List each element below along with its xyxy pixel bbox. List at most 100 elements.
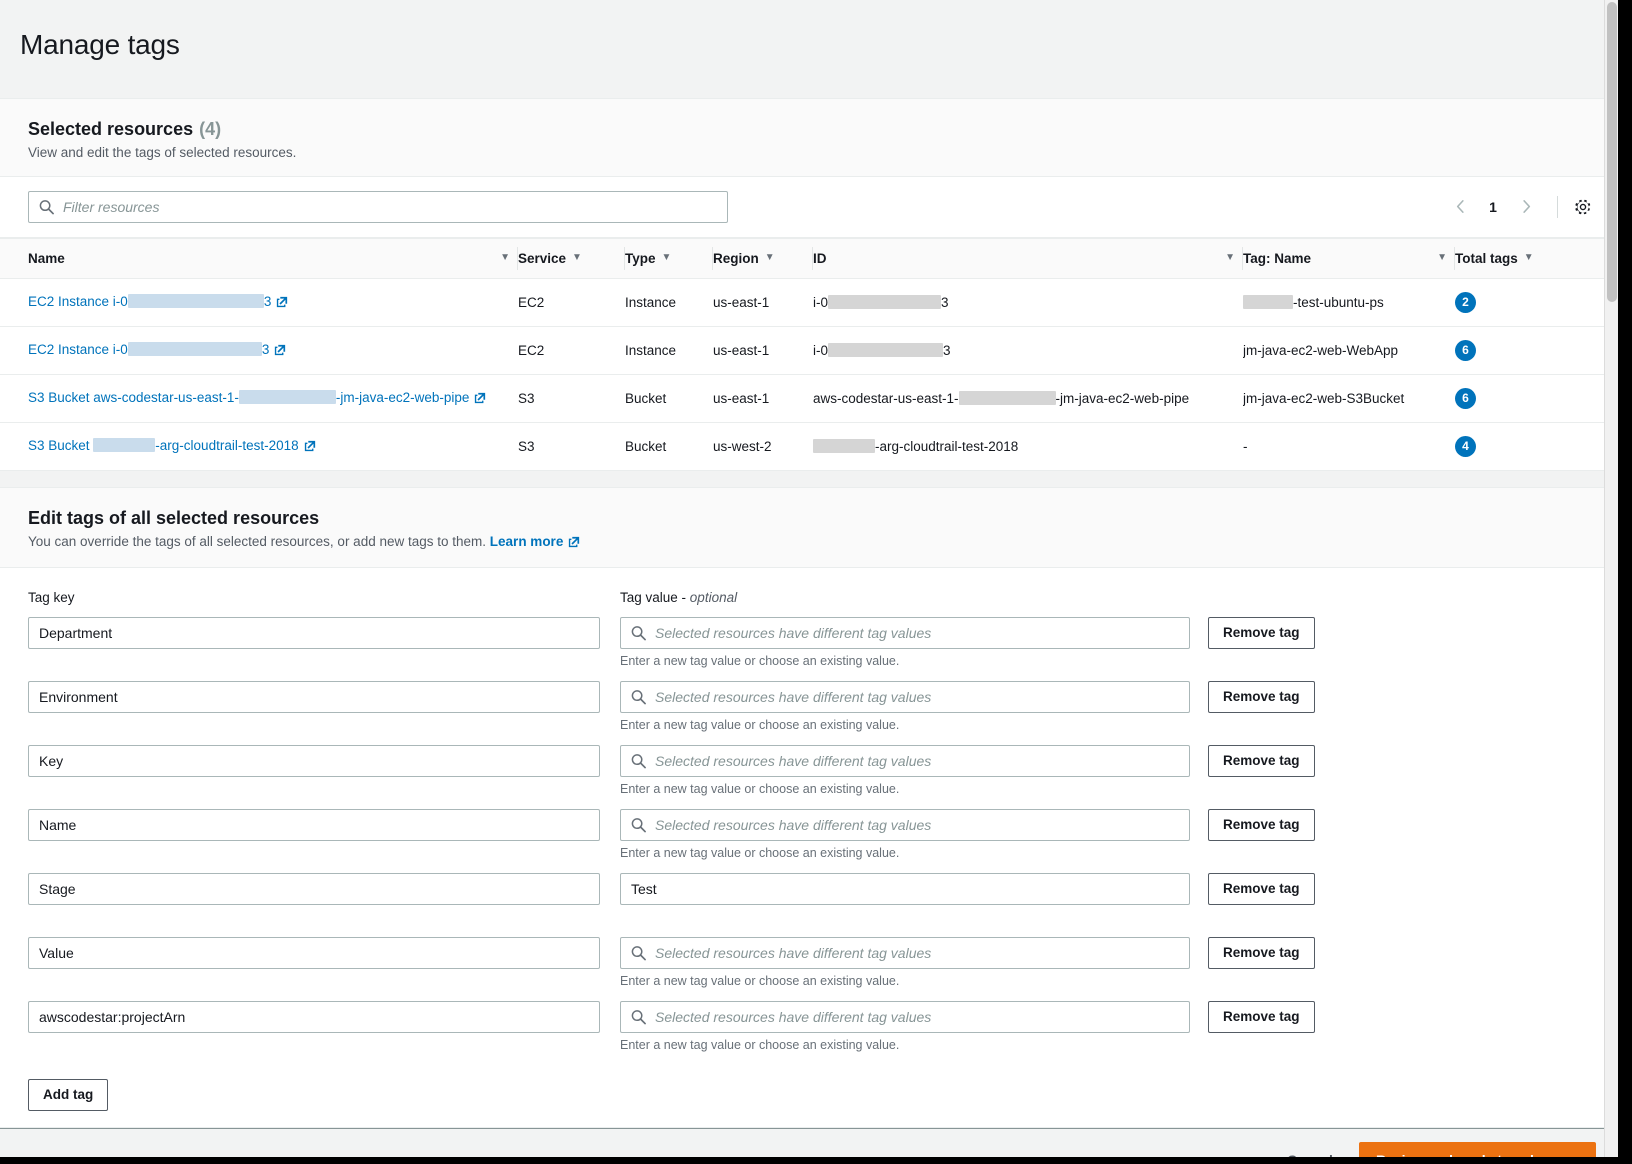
page-title: Manage tags xyxy=(20,28,180,60)
cell-total-tags: 6 xyxy=(1455,326,1618,375)
remove-tag-button[interactable]: Remove tag xyxy=(1208,936,1315,969)
column-header-type[interactable]: Type ▼ xyxy=(625,237,713,279)
column-header-id[interactable]: ID ▼ xyxy=(813,237,1243,279)
chevron-left-icon[interactable] xyxy=(1445,192,1475,222)
cell-name: EC2 Instance i-0 3 xyxy=(0,326,518,375)
tag-key-input[interactable] xyxy=(28,872,600,905)
cell-region: us-east-1 xyxy=(713,278,813,327)
cell-region: us-east-1 xyxy=(713,326,813,375)
tag-value-input[interactable] xyxy=(620,616,1190,649)
remove-tag-button[interactable]: Remove tag xyxy=(1208,872,1315,905)
tag-column-labels: Tag key Tag value - optional xyxy=(28,590,1590,611)
add-tag-button[interactable]: Add tag xyxy=(28,1078,109,1111)
tag-key-input[interactable] xyxy=(28,808,600,841)
pagination-page-number[interactable]: 1 xyxy=(1479,192,1507,222)
edit-tags-panel: Edit tags of all selected resources You … xyxy=(0,486,1618,1128)
selected-resources-table: Name ▼ Service ▼ Type ▼ Region ▼ ID ▼ Ta… xyxy=(0,237,1618,470)
tag-value-help-text: Enter a new tag value or choose an exist… xyxy=(620,845,900,860)
tag-value-wrap xyxy=(620,680,1190,713)
tag-key-input[interactable] xyxy=(28,936,600,969)
column-header-service[interactable]: Service ▼ xyxy=(518,237,625,279)
tag-row: Remove tag xyxy=(28,872,1590,927)
redacted-text xyxy=(828,342,944,357)
column-header-name[interactable]: Name ▼ xyxy=(0,237,518,279)
redacted-text xyxy=(127,341,262,356)
tag-key-input[interactable] xyxy=(28,744,600,777)
column-header-region[interactable]: Region ▼ xyxy=(713,237,813,279)
total-tags-badge: 6 xyxy=(1455,387,1476,409)
resource-name-link[interactable]: S3 Bucket aws-codestar-us-east-1- -jm-jav… xyxy=(28,389,469,405)
total-tags-badge: 4 xyxy=(1455,435,1476,457)
tag-value-wrap xyxy=(620,744,1190,777)
redacted-text xyxy=(958,390,1056,405)
column-header-total-tags[interactable]: Total tags ▼ xyxy=(1455,237,1618,279)
tag-key-input[interactable] xyxy=(28,680,600,713)
table-header-row: Name ▼ Service ▼ Type ▼ Region ▼ ID ▼ Ta… xyxy=(0,237,1618,279)
cancel-button[interactable]: Cancel xyxy=(1283,1146,1337,1158)
filter-resources-input[interactable] xyxy=(28,190,728,223)
tag-row: Enter a new tag value or choose an exist… xyxy=(28,1000,1590,1055)
remove-tag-button[interactable]: Remove tag xyxy=(1208,744,1315,777)
review-and-apply-button[interactable]: Review and apply tag changes xyxy=(1358,1141,1596,1157)
tag-value-cell: Enter a new tag value or choose an exist… xyxy=(620,680,1190,735)
resource-name-link[interactable]: EC2 Instance i-0 3 xyxy=(28,293,271,309)
resource-name-link[interactable]: S3 Bucket -arg-cloudtrail-test-2018 xyxy=(28,437,299,453)
tag-value-input[interactable] xyxy=(620,808,1190,841)
redacted-text xyxy=(1243,294,1293,309)
tag-action-cell: Remove tag xyxy=(1208,744,1328,777)
cell-name: EC2 Instance i-0 3 xyxy=(0,278,518,327)
remove-tag-button[interactable]: Remove tag xyxy=(1208,616,1315,649)
redacted-text xyxy=(93,437,156,452)
resource-name-link[interactable]: EC2 Instance i-0 3 xyxy=(28,341,269,357)
tag-value-input[interactable] xyxy=(620,936,1190,969)
vertical-scrollbar-thumb[interactable] xyxy=(1607,2,1617,302)
cell-service: EC2 xyxy=(518,278,625,327)
tag-value-input[interactable] xyxy=(620,872,1190,905)
tag-value-input[interactable] xyxy=(620,744,1190,777)
tag-action-label-spacer xyxy=(1208,590,1328,611)
panel-gap xyxy=(0,470,1618,487)
tag-value-input[interactable] xyxy=(620,1000,1190,1033)
tag-value-wrap xyxy=(620,936,1190,969)
cell-type: Bucket xyxy=(625,374,713,423)
cell-type: Bucket xyxy=(625,438,667,454)
gear-icon[interactable] xyxy=(1568,192,1598,222)
page-viewport: Manage tags Selected resources (4) View a… xyxy=(0,0,1618,1157)
tag-value-help-text: Enter a new tag value or choose an exist… xyxy=(620,717,900,732)
caret-down-icon: ▼ xyxy=(764,252,775,263)
tag-value-cell: Enter a new tag value or choose an exist… xyxy=(620,744,1190,799)
tag-value-help-text xyxy=(620,910,1190,927)
remove-tag-button[interactable]: Remove tag xyxy=(1208,1000,1315,1033)
tag-value-wrap xyxy=(620,808,1190,841)
cell-total-tags: 2 xyxy=(1455,278,1618,327)
remove-tag-button[interactable]: Remove tag xyxy=(1208,680,1315,713)
tag-rows-container: Enter a new tag value or choose an exist… xyxy=(28,616,1590,1055)
tag-key-cell xyxy=(28,680,600,713)
remove-tag-button[interactable]: Remove tag xyxy=(1208,808,1315,841)
total-tags-badge: 6 xyxy=(1455,339,1476,361)
vertical-scrollbar-track[interactable] xyxy=(1604,0,1618,1157)
tag-value-wrap xyxy=(620,1000,1190,1033)
selected-resources-header: Selected resources (4) View and edit the … xyxy=(0,98,1618,177)
learn-more-link[interactable]: Learn more xyxy=(490,534,564,549)
caret-down-icon: ▼ xyxy=(572,252,582,263)
column-header-tag-name[interactable]: Tag: Name ▼ xyxy=(1243,237,1455,279)
table-row: EC2 Instance i-0 3 EC2 Instance us-east-1 i-0… xyxy=(0,278,1618,327)
cell-id: i-0 3 xyxy=(813,278,1243,327)
tag-key-cell xyxy=(28,936,600,969)
cell-total-tags: 4 xyxy=(1455,422,1618,470)
cell-service: EC2 xyxy=(518,326,625,375)
column-header-name-label: Name xyxy=(28,250,65,266)
tag-key-cell xyxy=(28,616,600,649)
external-link-icon xyxy=(276,296,288,311)
tag-key-input[interactable] xyxy=(28,616,600,649)
tag-key-input[interactable] xyxy=(28,1000,600,1033)
tag-key-cell xyxy=(28,1000,600,1033)
cell-name: S3 Bucket -arg-cloudtrail-test-2018 xyxy=(0,422,518,470)
caret-down-icon: ▼ xyxy=(500,252,510,263)
cell-service: S3 xyxy=(518,438,535,454)
column-header-type-label: Type xyxy=(625,250,656,266)
tag-value-input[interactable] xyxy=(620,680,1190,713)
chevron-right-icon[interactable] xyxy=(1511,192,1541,222)
selected-resources-count: (4) xyxy=(199,118,222,139)
